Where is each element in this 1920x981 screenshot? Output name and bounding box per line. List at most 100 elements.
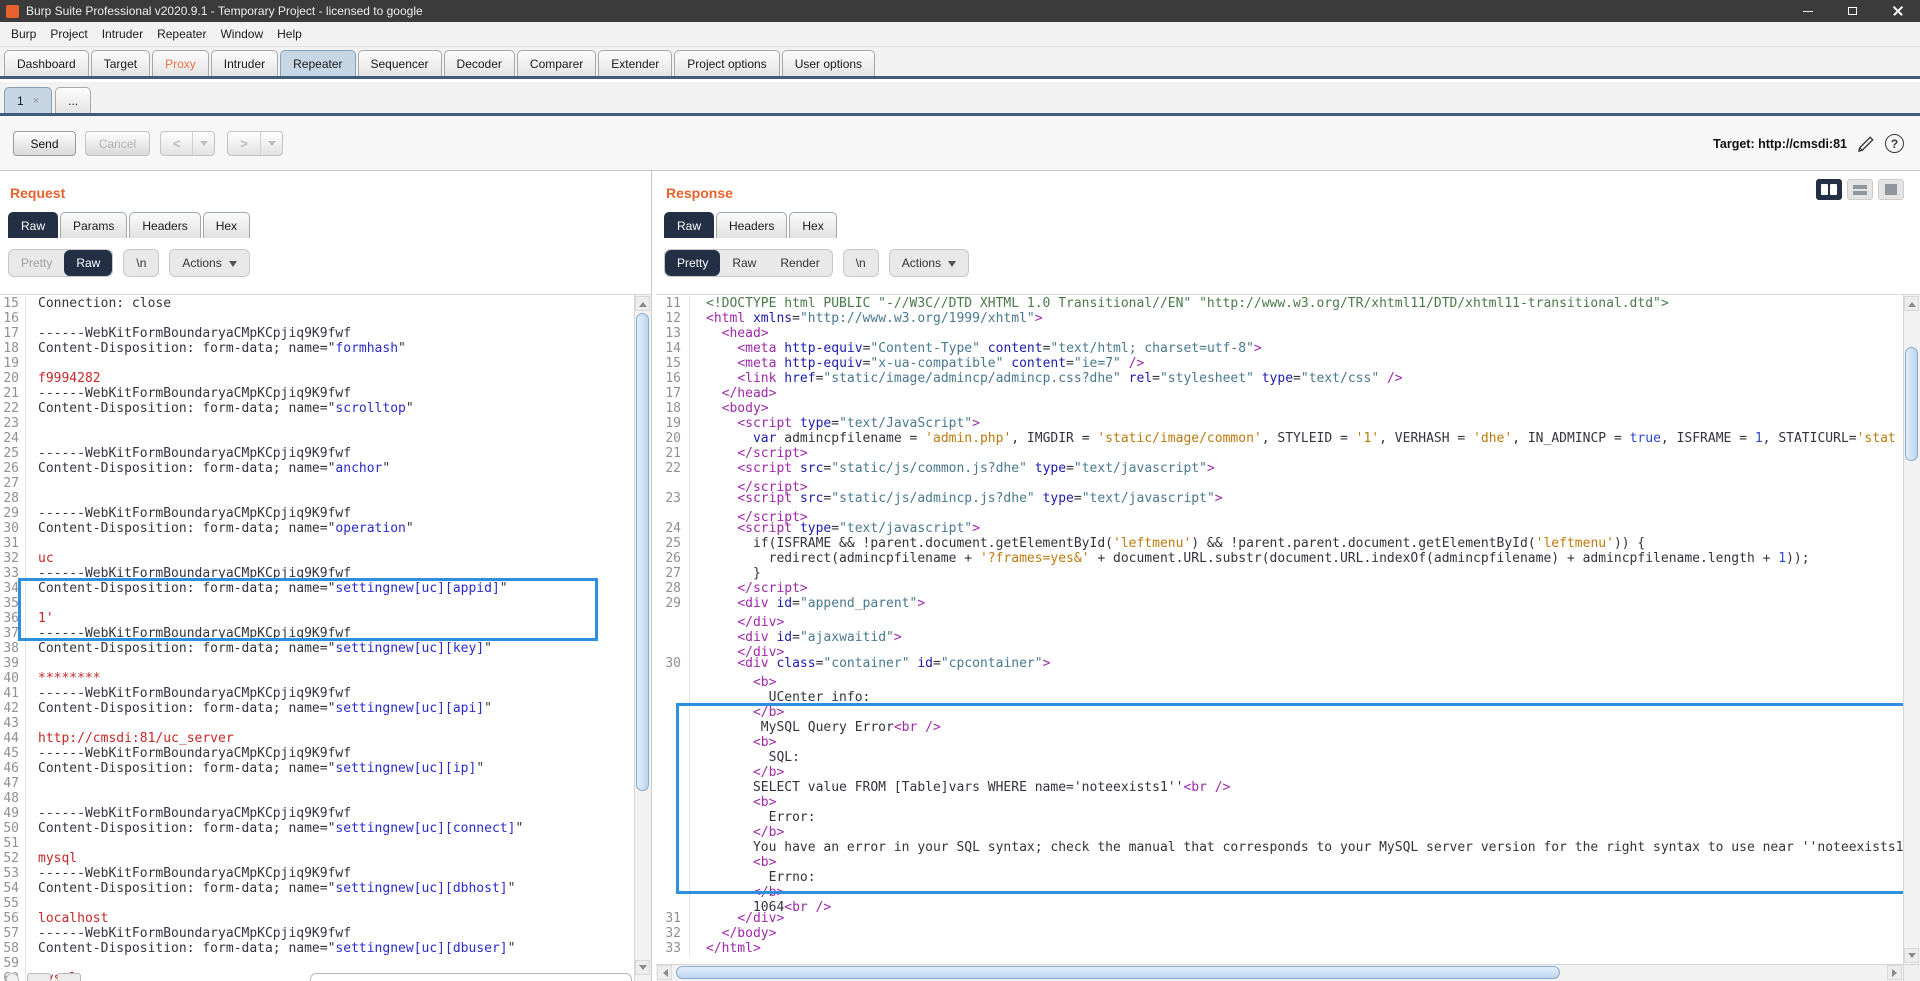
request-view-actions[interactable]: Actions: [170, 250, 248, 276]
code-segment: formhash: [335, 341, 398, 356]
back-button[interactable]: <: [160, 131, 215, 156]
line-number: 16: [656, 371, 690, 386]
repeater-tab-label: ...: [68, 94, 78, 108]
line-number: 55: [0, 896, 26, 911]
code-segment: ": [508, 941, 516, 956]
response-editor[interactable]: 11<!DOCTYPE html PUBLIC "-//W3C//DTD XHT…: [656, 294, 1920, 981]
search-prev-button[interactable]: [27, 973, 51, 981]
tab-extender[interactable]: Extender: [598, 50, 672, 76]
menu-window[interactable]: Window: [213, 23, 270, 45]
back-dropdown[interactable]: [193, 137, 214, 150]
response-view-pretty[interactable]: Pretty: [665, 250, 720, 276]
code-line: 34Content-Disposition: form-data; name="…: [0, 581, 634, 596]
code-segment: "x-ua-compatible": [870, 356, 1003, 371]
request-title: Request: [10, 185, 65, 201]
scroll-right-button[interactable]: [1887, 965, 1902, 980]
code-segment: <br />: [894, 720, 941, 735]
scroll-up-button[interactable]: [635, 296, 650, 311]
code-segment: "Content-Type": [870, 341, 980, 356]
tab-target[interactable]: Target: [91, 50, 150, 76]
tab-user-options[interactable]: User options: [782, 50, 875, 76]
search-next-button[interactable]: [57, 973, 81, 981]
code-segment: settingnew[uc][connect]: [335, 821, 515, 836]
minimize-button[interactable]: [1785, 0, 1830, 22]
close-tab-icon[interactable]: ×: [33, 96, 39, 107]
scroll-down-button[interactable]: [1904, 948, 1919, 963]
forward-dropdown[interactable]: [261, 137, 282, 150]
forward-button[interactable]: >: [227, 131, 283, 156]
response-view-raw[interactable]: Raw: [720, 250, 768, 276]
code-line: 42Content-Disposition: form-data; name="…: [0, 701, 634, 716]
line-number: 43: [0, 716, 26, 731]
tab-repeater[interactable]: Repeater: [280, 50, 355, 76]
code-line: MySQL Query Error<br />: [656, 716, 1903, 731]
response-horizontal-scrollbar[interactable]: [656, 964, 1903, 981]
menu-intruder[interactable]: Intruder: [95, 23, 150, 45]
line-number: 17: [656, 386, 690, 401]
maximize-button[interactable]: [1830, 0, 1875, 22]
request-view-n[interactable]: \n: [124, 250, 158, 276]
code-segment: '?frames=yes&': [980, 551, 1090, 566]
tab-dashboard[interactable]: Dashboard: [4, 50, 89, 76]
scroll-down-button[interactable]: [635, 960, 650, 975]
response-tab-headers[interactable]: Headers: [716, 212, 787, 238]
close-button[interactable]: [1875, 0, 1920, 22]
scrollbar-thumb[interactable]: [636, 313, 649, 791]
response-tab-hex[interactable]: Hex: [789, 212, 836, 238]
scroll-up-button[interactable]: [1904, 296, 1919, 311]
code-segment: ": [484, 701, 492, 716]
search-input[interactable]: [310, 973, 632, 981]
tab-proxy[interactable]: Proxy: [152, 50, 209, 76]
menu-repeater[interactable]: Repeater: [150, 23, 213, 45]
code-segment: id: [917, 656, 933, 671]
request-editor[interactable]: 15Connection: close1617------WebKitFormB…: [0, 294, 651, 981]
menu-burp[interactable]: Burp: [4, 23, 43, 45]
response-view-actions[interactable]: Actions: [890, 250, 968, 276]
request-tab-headers[interactable]: Headers: [129, 212, 200, 238]
request-tab-raw[interactable]: Raw: [8, 212, 58, 238]
code-line: 32uc: [0, 551, 634, 566]
response-tab-raw[interactable]: Raw: [664, 212, 714, 238]
line-number: 53: [0, 866, 26, 881]
code-segment: , STATICURL=: [1763, 431, 1857, 446]
tab-project-options[interactable]: Project options: [674, 50, 779, 76]
cancel-button[interactable]: Cancel: [85, 131, 150, 156]
layout-rows-button[interactable]: [1847, 179, 1873, 200]
layout-columns-button[interactable]: [1816, 179, 1842, 200]
response-view-n[interactable]: \n: [844, 250, 878, 276]
repeater-tab-[interactable]: ...: [55, 87, 91, 113]
code-segment: <link: [737, 371, 784, 386]
scrollbar-thumb[interactable]: [676, 966, 1560, 979]
help-icon[interactable]: ?: [1885, 134, 1904, 153]
request-view-raw[interactable]: Raw: [64, 250, 112, 276]
request-tab-params[interactable]: Params: [60, 212, 127, 238]
tab-intruder[interactable]: Intruder: [211, 50, 278, 76]
response-vertical-scrollbar[interactable]: [1903, 295, 1920, 964]
code-segment: settingnew[uc][key]: [335, 641, 484, 656]
line-number: [656, 791, 690, 806]
request-tab-hex[interactable]: Hex: [203, 212, 250, 238]
scrollbar-thumb[interactable]: [1905, 347, 1918, 461]
pencil-icon[interactable]: [1856, 134, 1876, 154]
search-options-button[interactable]: [6, 973, 19, 981]
code-line: 19 <script type="text/JavaScript">: [656, 416, 1903, 431]
code-line: 59: [0, 956, 634, 971]
request-view-pretty[interactable]: Pretty: [9, 250, 64, 276]
layout-single-button[interactable]: [1878, 179, 1904, 200]
menu-project[interactable]: Project: [43, 23, 94, 45]
send-button[interactable]: Send: [13, 131, 76, 156]
tab-sequencer[interactable]: Sequencer: [358, 50, 442, 76]
code-line: 52mysql: [0, 851, 634, 866]
repeater-tab-1[interactable]: 1×: [4, 87, 52, 113]
response-view-render[interactable]: Render: [768, 250, 831, 276]
tab-comparer[interactable]: Comparer: [517, 50, 596, 76]
tab-decoder[interactable]: Decoder: [444, 50, 515, 76]
line-number: 29: [656, 596, 690, 611]
code-line: 53------WebKitFormBoundaryaCMpKCpjiq9K9f…: [0, 866, 634, 881]
code-line: 11<!DOCTYPE html PUBLIC "-//W3C//DTD XHT…: [656, 296, 1903, 311]
scroll-left-button[interactable]: [657, 965, 672, 980]
menu-help[interactable]: Help: [270, 23, 309, 45]
request-vertical-scrollbar[interactable]: [634, 295, 651, 981]
line-number: 51: [0, 836, 26, 851]
arrow-down-icon: [639, 965, 647, 974]
